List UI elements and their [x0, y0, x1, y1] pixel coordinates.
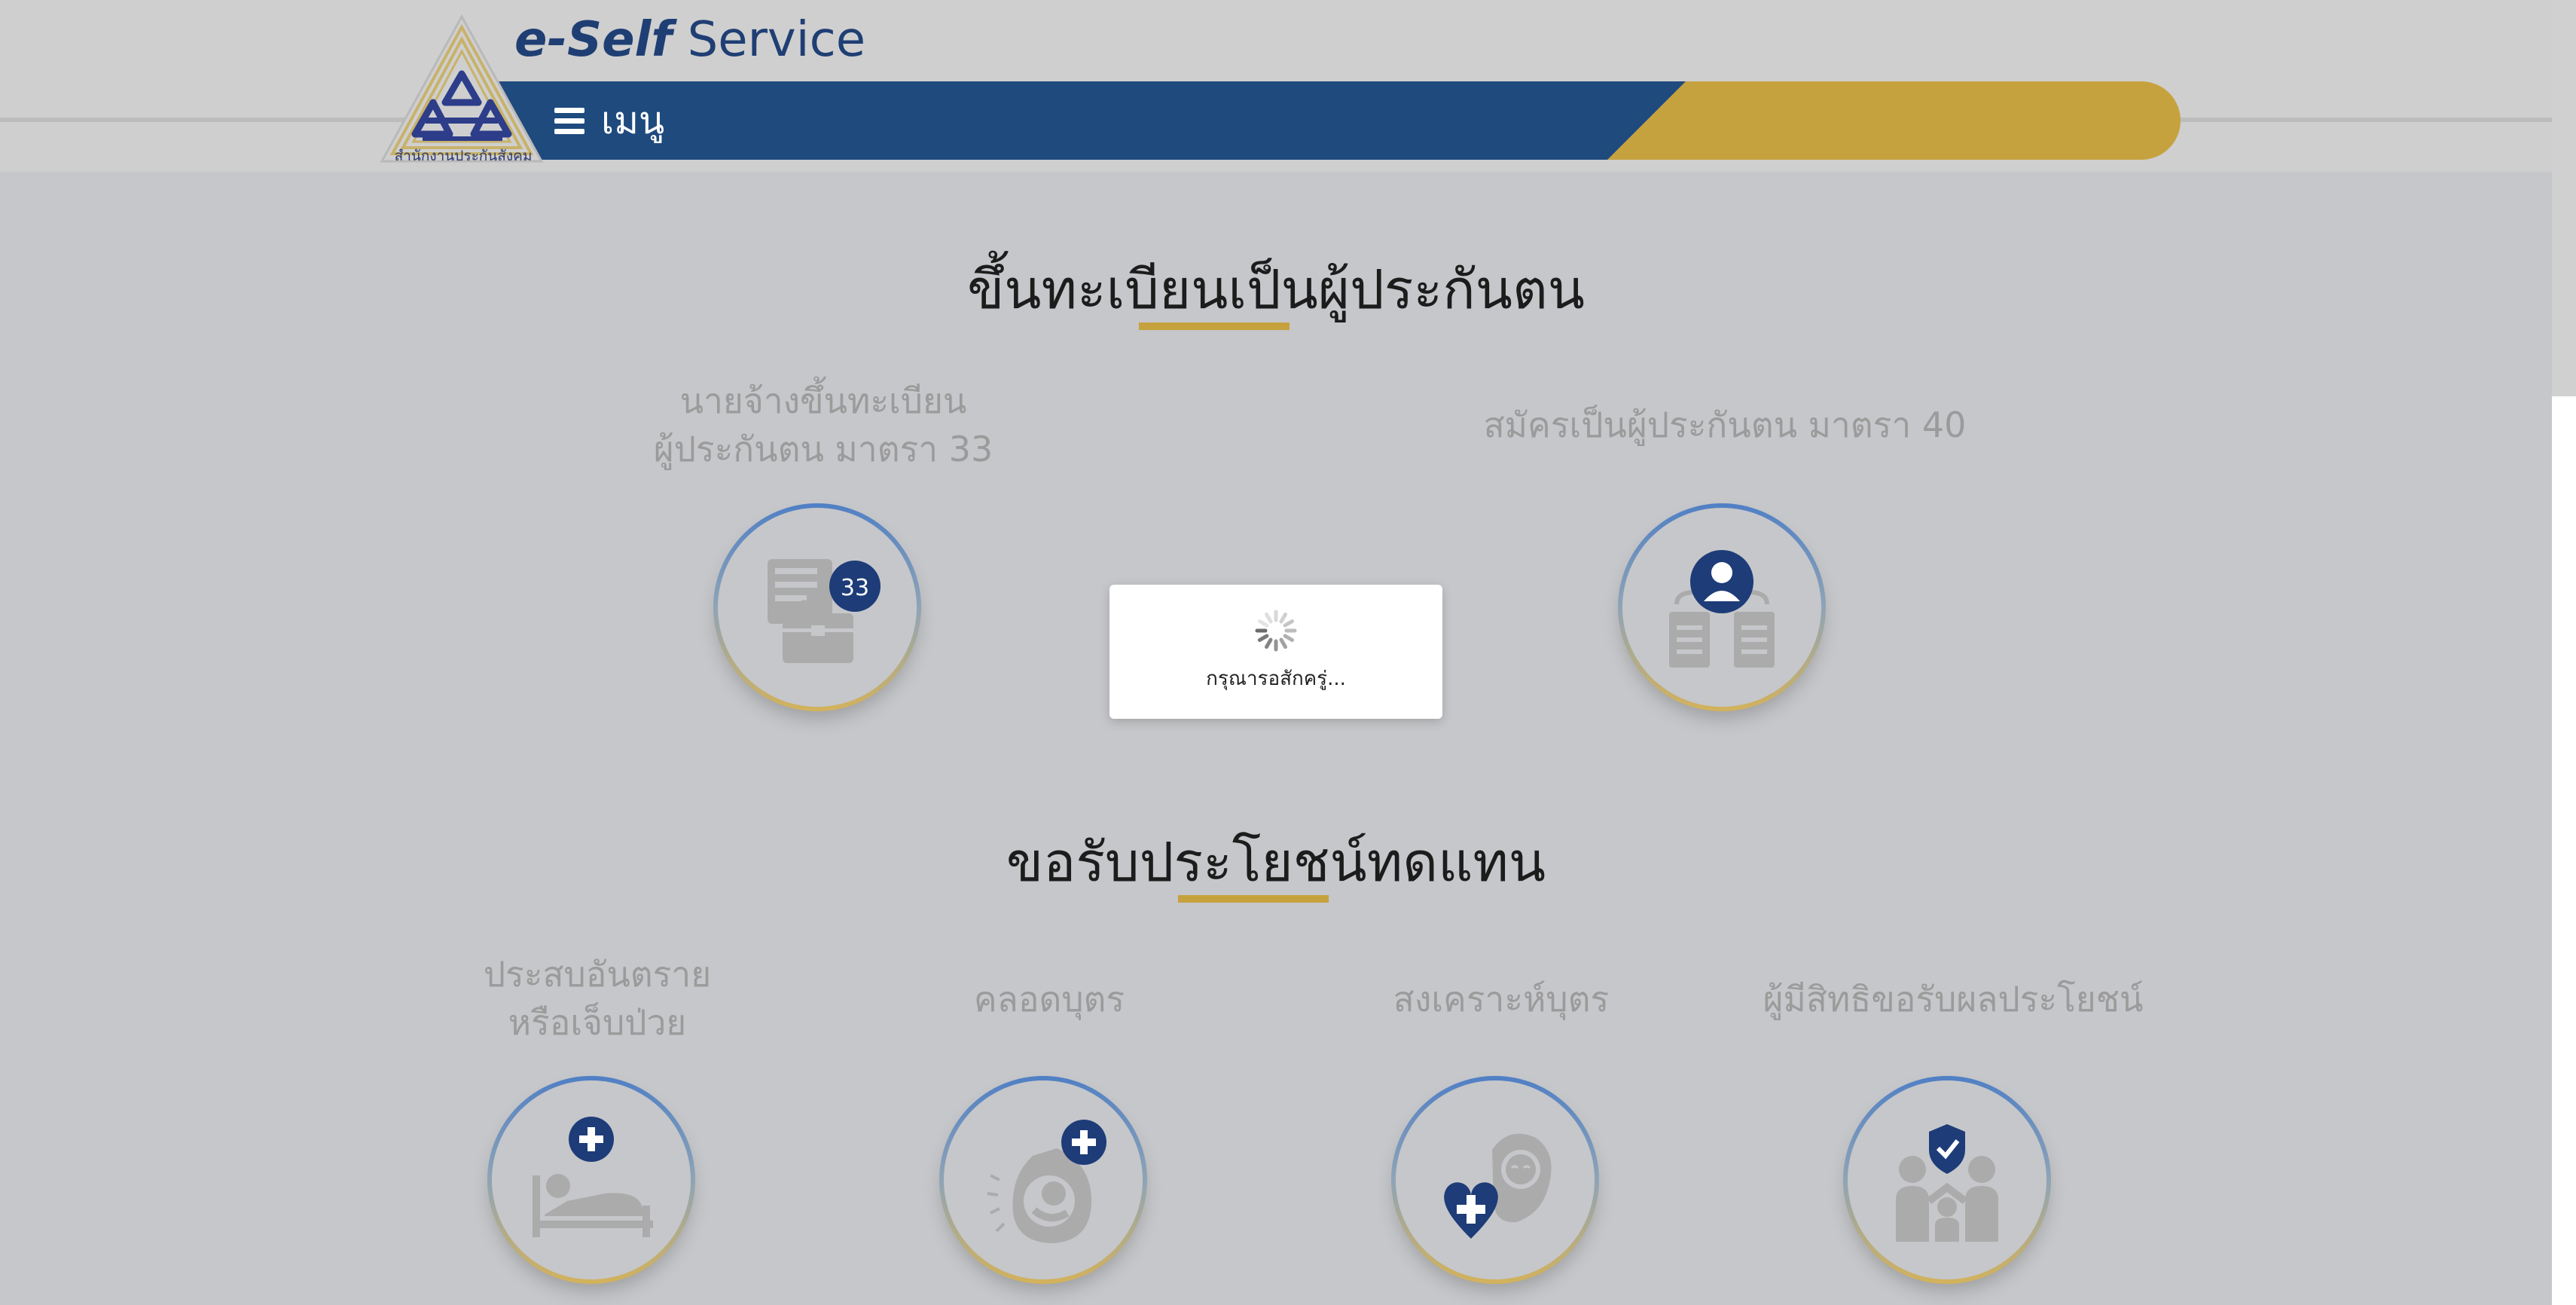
- brand-title: e-Self Service: [514, 12, 865, 68]
- apply-section40-button[interactable]: [1618, 503, 1826, 711]
- label-section40-apply[interactable]: สมัครเป็นผู้ประกันตน มาตรา 40: [1386, 401, 2064, 449]
- menu-bar: [490, 81, 2181, 160]
- logo-caption: สำนักงานประกันสังคม: [394, 148, 533, 164]
- label-line: ประสบอันตราย: [483, 954, 712, 995]
- injury-illness-button[interactable]: [487, 1076, 695, 1284]
- label-line: ผู้ประกันตน มาตรา 33: [653, 429, 993, 469]
- child-welfare-icon: [1444, 1133, 1552, 1239]
- briefcase-33-icon: 33: [768, 559, 881, 663]
- section-title-benefits: ขอรับประโยชน์ทดแทน: [1006, 830, 1546, 894]
- person-documents-icon: [1669, 550, 1775, 668]
- label-line: ผู้มีสิทธิขอรับผลประโยชน์: [1763, 979, 2144, 1019]
- brand-light: Service: [672, 12, 866, 68]
- pregnancy-icon: [987, 1120, 1106, 1243]
- label-childbirth[interactable]: คลอดบุตร: [823, 975, 1275, 1023]
- loading-message: กรุณารอสักครู่...: [1206, 668, 1346, 690]
- hamburger-icon: [554, 108, 584, 134]
- section-title-register: ขึ้นทะเบียนเป็นผู้ประกันตน: [967, 258, 1585, 321]
- brand-bold: e-Self: [514, 12, 673, 68]
- register-employer-button[interactable]: 33: [713, 503, 921, 711]
- label-line: นายจ้างขึ้นทะเบียน: [679, 380, 967, 421]
- menu-button[interactable]: เมนู: [554, 93, 664, 148]
- label-line: สมัครเป็นผู้ประกันตน มาตรา 40: [1483, 405, 1967, 445]
- badge-33: 33: [841, 575, 869, 601]
- label-beneficiary[interactable]: ผู้มีสิทธิขอรับผลประโยชน์: [1727, 975, 2179, 1023]
- section-underline-register: [1139, 322, 1290, 330]
- page-scrollbar-area: [2552, 396, 2576, 1305]
- label-line: สงเคราะห์บุตร: [1393, 979, 1610, 1019]
- loading-dialog: กรุณารอสักครู่...: [1109, 585, 1442, 719]
- childbirth-button[interactable]: [939, 1076, 1147, 1284]
- spinner-icon: [1255, 610, 1297, 652]
- label-line: หรือเจ็บป่วย: [508, 1002, 687, 1043]
- label-line: คลอดบุตร: [973, 979, 1125, 1019]
- label-injury-illness[interactable]: ประสบอันตราย หรือเจ็บป่วย: [371, 950, 823, 1047]
- beneficiary-button[interactable]: [1843, 1076, 2051, 1284]
- family-shield-icon: [1896, 1124, 1998, 1242]
- page-scrollbar-track[interactable]: [2552, 0, 2576, 396]
- child-allowance-button[interactable]: [1391, 1076, 1599, 1284]
- label-employer-register[interactable]: นายจ้างขึ้นทะเบียน ผู้ประกันตน มาตรา 33: [597, 377, 1049, 473]
- patient-bed-icon: [533, 1117, 653, 1237]
- menu-label: เมนู: [601, 98, 665, 142]
- section-underline-benefits: [1178, 895, 1329, 903]
- label-child-allowance[interactable]: สงเคราะห์บุตร: [1275, 975, 1727, 1023]
